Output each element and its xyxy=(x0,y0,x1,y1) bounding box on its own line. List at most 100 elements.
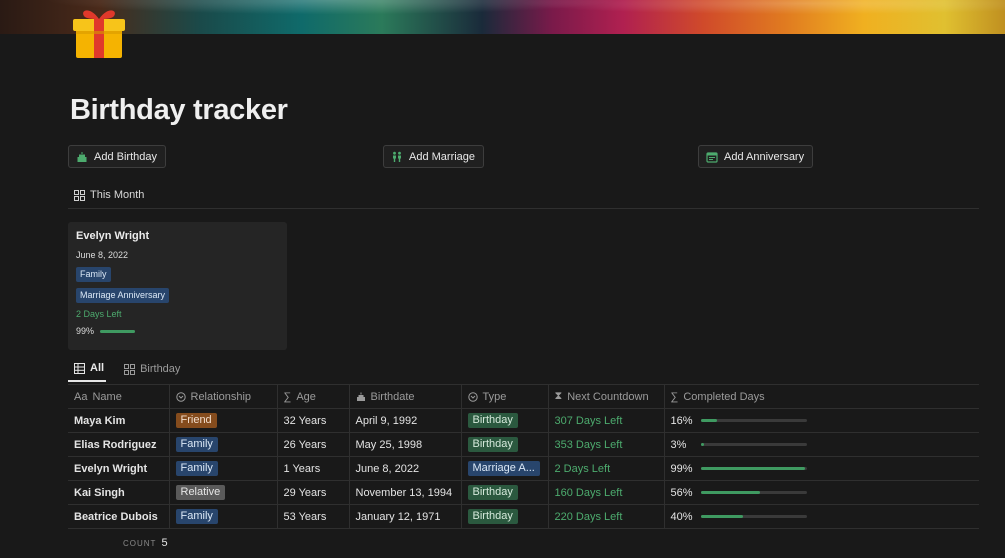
card-type-tag: Marriage Anniversary xyxy=(76,288,170,303)
view-tab-this-month[interactable]: This Month xyxy=(74,189,144,201)
count-label: COUNT xyxy=(123,539,157,548)
view-tab-label: This Month xyxy=(90,189,145,201)
column-header-completed-days[interactable]: ∑ Completed Days xyxy=(664,384,979,409)
row-name: Evelyn Wright xyxy=(74,462,148,475)
table-row[interactable]: Elias Rodriguez Family 26 Years May 25, 199… xyxy=(68,432,979,457)
cell-completed[interactable]: 40% xyxy=(664,504,979,529)
cell-name[interactable]: Beatrice Dubois xyxy=(68,504,170,529)
count-value: 5 xyxy=(161,537,168,549)
column-header-next-countdown[interactable]: ⧗ Next Countdown xyxy=(548,384,665,409)
add-birthday-button[interactable]: Add Birthday xyxy=(68,145,166,168)
view-tab-birthday[interactable]: Birthday xyxy=(118,362,182,382)
countdown-value: 160 Days Left xyxy=(554,486,623,499)
column-header-age[interactable]: ∑ Age xyxy=(277,384,350,409)
cell-countdown[interactable]: 160 Days Left xyxy=(548,480,665,505)
countdown-value: 2 Days Left xyxy=(554,462,611,475)
cell-countdown[interactable]: 353 Days Left xyxy=(548,432,665,457)
birthdate-value: November 13, 1994 xyxy=(355,486,453,499)
cell-type[interactable]: Birthday xyxy=(461,432,549,457)
table-row[interactable]: Maya Kim Friend 32 Years April 9, 1992 Birth… xyxy=(68,408,979,433)
column-header-birthdate[interactable]: Birthdate xyxy=(349,384,462,409)
cell-countdown[interactable]: 307 Days Left xyxy=(548,408,665,433)
relationship-tag: Friend xyxy=(175,413,217,428)
cell-name[interactable]: Kai Singh xyxy=(68,480,170,505)
cell-birthdate[interactable]: May 25, 1998 xyxy=(349,432,462,457)
row-name: Maya Kim xyxy=(74,414,126,427)
gallery-card[interactable]: Evelyn Wright June 8, 2022 Family Marria… xyxy=(68,222,287,350)
cell-name[interactable]: Elias Rodriguez xyxy=(68,432,170,457)
formula-icon: ∑ xyxy=(670,390,679,403)
cake-icon xyxy=(356,392,365,401)
cell-completed[interactable]: 56% xyxy=(664,480,979,505)
cell-type[interactable]: Marriage A... xyxy=(461,456,549,481)
relationship-tag: Family xyxy=(175,461,218,476)
add-marriage-label: Add Marriage xyxy=(409,150,476,163)
gallery-icon xyxy=(124,363,136,375)
cell-completed[interactable]: 3% xyxy=(664,432,979,457)
table-row[interactable]: Kai Singh Relative 29 Years November 13, 19… xyxy=(68,480,979,505)
countdown-value: 220 Days Left xyxy=(554,510,623,523)
row-name: Elias Rodriguez xyxy=(74,438,157,451)
card-countdown: 2 Days Left xyxy=(76,309,122,319)
hourglass-icon: ⧗ xyxy=(554,390,563,402)
add-anniversary-button[interactable]: Add Anniversary xyxy=(698,145,814,168)
table-view-tabs: All Birthday xyxy=(68,362,182,382)
view-tab-all-label: All xyxy=(90,362,105,374)
type-tag: Birthday xyxy=(467,509,518,524)
gallery-icon xyxy=(74,189,85,201)
age-value: 32 Years xyxy=(283,414,327,427)
completed-percent: 3% xyxy=(670,438,687,451)
cell-age[interactable]: 29 Years xyxy=(277,480,350,505)
cell-relationship[interactable]: Family xyxy=(169,504,278,529)
cell-birthdate[interactable]: April 9, 1992 xyxy=(349,408,462,433)
cell-type[interactable]: Birthday xyxy=(461,480,549,505)
cell-age[interactable]: 26 Years xyxy=(277,432,350,457)
cell-relationship[interactable]: Family xyxy=(169,456,278,481)
cell-countdown[interactable]: 2 Days Left xyxy=(548,456,665,481)
age-value: 53 Years xyxy=(283,510,327,523)
cell-relationship[interactable]: Relative xyxy=(169,480,278,505)
row-name: Kai Singh xyxy=(74,486,125,499)
cell-birthdate[interactable]: June 8, 2022 xyxy=(349,456,462,481)
table-row[interactable]: Beatrice Dubois Family 53 Years January 12,… xyxy=(68,504,979,529)
birthdate-value: June 8, 2022 xyxy=(355,462,420,475)
progress-fill xyxy=(700,443,704,446)
cell-name[interactable]: Maya Kim xyxy=(68,408,170,433)
select-icon xyxy=(467,391,478,402)
view-tab-all[interactable]: All xyxy=(68,362,107,382)
cell-completed[interactable]: 16% xyxy=(664,408,979,433)
completed-percent: 40% xyxy=(670,510,693,523)
text-property-icon: Aa xyxy=(74,390,88,403)
cell-completed[interactable]: 99% xyxy=(664,456,979,481)
add-marriage-button[interactable]: Add Marriage xyxy=(383,145,485,168)
cell-birthdate[interactable]: January 12, 1971 xyxy=(349,504,462,529)
card-name: Evelyn Wright xyxy=(76,230,150,242)
card-completed-percent: 99% xyxy=(76,326,95,336)
cell-relationship[interactable]: Family xyxy=(169,432,278,457)
cell-birthdate[interactable]: November 13, 1994 xyxy=(349,480,462,505)
type-tag: Birthday xyxy=(467,413,518,428)
cover-image xyxy=(0,0,1005,34)
cell-relationship[interactable]: Friend xyxy=(169,408,278,433)
cell-age[interactable]: 53 Years xyxy=(277,504,350,529)
card-date: June 8, 2022 xyxy=(76,250,129,260)
cell-type[interactable]: Birthday xyxy=(461,408,549,433)
column-header-relationship[interactable]: Relationship xyxy=(169,384,278,409)
cell-type[interactable]: Birthday xyxy=(461,504,549,529)
column-header-type[interactable]: Type xyxy=(461,384,549,409)
cell-age[interactable]: 1 Years xyxy=(277,456,350,481)
cell-countdown[interactable]: 220 Days Left xyxy=(548,504,665,529)
card-progress-bar xyxy=(100,329,136,333)
progress-fill xyxy=(700,467,806,470)
column-header-name[interactable]: Aa Name xyxy=(68,384,170,409)
gift-icon[interactable] xyxy=(70,2,128,60)
age-value: 29 Years xyxy=(283,486,327,499)
countdown-value: 307 Days Left xyxy=(554,414,623,427)
cell-age[interactable]: 32 Years xyxy=(277,408,350,433)
type-tag: Birthday xyxy=(467,437,518,452)
progress-fill xyxy=(700,515,743,518)
countdown-value: 353 Days Left xyxy=(554,438,623,451)
table-row[interactable]: Evelyn Wright Family 1 Years June 8, 2022 Ma… xyxy=(68,456,979,481)
type-tag: Birthday xyxy=(467,485,518,500)
cell-name[interactable]: Evelyn Wright xyxy=(68,456,170,481)
